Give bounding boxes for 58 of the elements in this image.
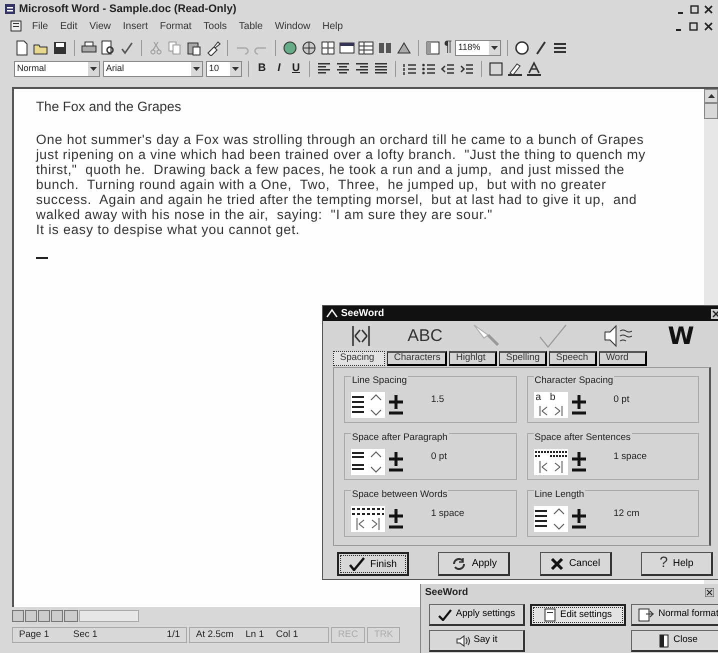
menu-item[interactable]: Window bbox=[270, 18, 314, 34]
status-text: 1/1 bbox=[166, 628, 180, 642]
menu-item[interactable]: File bbox=[28, 18, 52, 34]
menu-item[interactable]: Tools bbox=[200, 18, 231, 34]
menu-item[interactable]: Insert bbox=[118, 18, 152, 34]
tab[interactable]: Spelling bbox=[499, 351, 547, 366]
menu-item[interactable]: Help bbox=[318, 18, 347, 34]
style-dropdown[interactable]: Normal bbox=[14, 60, 100, 76]
menu-item[interactable]: Table bbox=[234, 18, 267, 34]
zoom-dropdown[interactable]: 118% bbox=[455, 40, 502, 56]
dialog-title: SeeWord bbox=[341, 307, 384, 321]
tab[interactable]: Word bbox=[599, 351, 647, 366]
group-label: Character Spacing bbox=[534, 375, 614, 386]
group-label: Line Spacing bbox=[351, 375, 408, 386]
toolbar-button[interactable]: Say it bbox=[429, 630, 525, 652]
tab[interactable]: Speech bbox=[549, 351, 597, 366]
group-label: Space after Sentences bbox=[534, 432, 632, 443]
setting-value: 12 cm bbox=[614, 507, 640, 521]
window-title: Microsoft Word - Sample.doc (Read-Only) bbox=[19, 2, 236, 17]
panel-title: SeeWord bbox=[425, 586, 468, 600]
word-tab-icon[interactable]: W bbox=[668, 318, 694, 354]
characters-tab-icon[interactable]: ABC bbox=[408, 323, 442, 349]
setting-value: 1 space bbox=[614, 450, 647, 464]
group-label: Space after Paragraph bbox=[351, 432, 449, 443]
document-paragraph: One hot summer's day a Fox was strolling through an orchard till he came to a bunch of Grapes just ripening on a vine which had been trained over a lofty branch. "Just the thing to quench my thirst," quoth he. Drawing back a few paces, he took a run and a jump, and just missed the bunch. Turning round again with a One, Two, Three, he jumped up, but with no greater success. Again and again he tried after the tempting morsel, but at last had to give it up, and walked away with his nose in the air, saying: "I am sure they are sour." bbox=[36, 132, 646, 222]
document-title: The Fox and the Grapes bbox=[36, 98, 182, 116]
setting-value: 1 space bbox=[431, 507, 464, 521]
toolbar-button[interactable]: Close bbox=[631, 630, 718, 652]
menu-item[interactable]: View bbox=[85, 18, 115, 34]
setting-value: 1.5 bbox=[431, 393, 444, 407]
toolbar-button[interactable]: Edit settings bbox=[530, 604, 626, 626]
group-label: Space between Words bbox=[351, 489, 448, 500]
dialog-button[interactable]: Finish bbox=[337, 552, 409, 576]
show-formatting-button[interactable]: ¶ bbox=[444, 36, 452, 59]
status-text: Page 1 bbox=[19, 628, 50, 642]
toolbar-button[interactable]: Apply settings bbox=[429, 604, 525, 626]
status-text: At 2.5cm bbox=[196, 628, 234, 642]
italic-button[interactable]: I bbox=[272, 60, 286, 77]
group-label: Line Length bbox=[534, 489, 586, 500]
icon-letters: a b bbox=[536, 392, 556, 403]
dialog-button[interactable]: ? Help bbox=[640, 552, 713, 576]
tab[interactable]: Highlgt bbox=[449, 351, 497, 366]
status-text: Col 1 bbox=[276, 628, 298, 642]
setting-value: 0 pt bbox=[614, 393, 630, 407]
font-size-dropdown[interactable]: 10 bbox=[206, 60, 242, 76]
dialog-button[interactable]: Cancel bbox=[540, 552, 612, 576]
tab[interactable]: Spacing bbox=[333, 351, 385, 366]
status-text: Ln 1 bbox=[246, 628, 264, 642]
setting-value: 0 pt bbox=[431, 450, 447, 464]
dialog-button[interactable]: Apply bbox=[438, 552, 510, 576]
font-dropdown[interactable]: Arial bbox=[103, 60, 203, 76]
document-text: It is easy to despise what you cannot get. bbox=[36, 222, 300, 238]
tab[interactable]: Characters bbox=[387, 351, 447, 366]
bold-button[interactable]: B bbox=[255, 60, 269, 77]
underline-button[interactable]: U bbox=[289, 60, 303, 77]
menu-item[interactable]: Format bbox=[156, 18, 196, 34]
menu-item[interactable]: Edit bbox=[56, 18, 82, 34]
status-text: Sec 1 bbox=[73, 628, 98, 642]
